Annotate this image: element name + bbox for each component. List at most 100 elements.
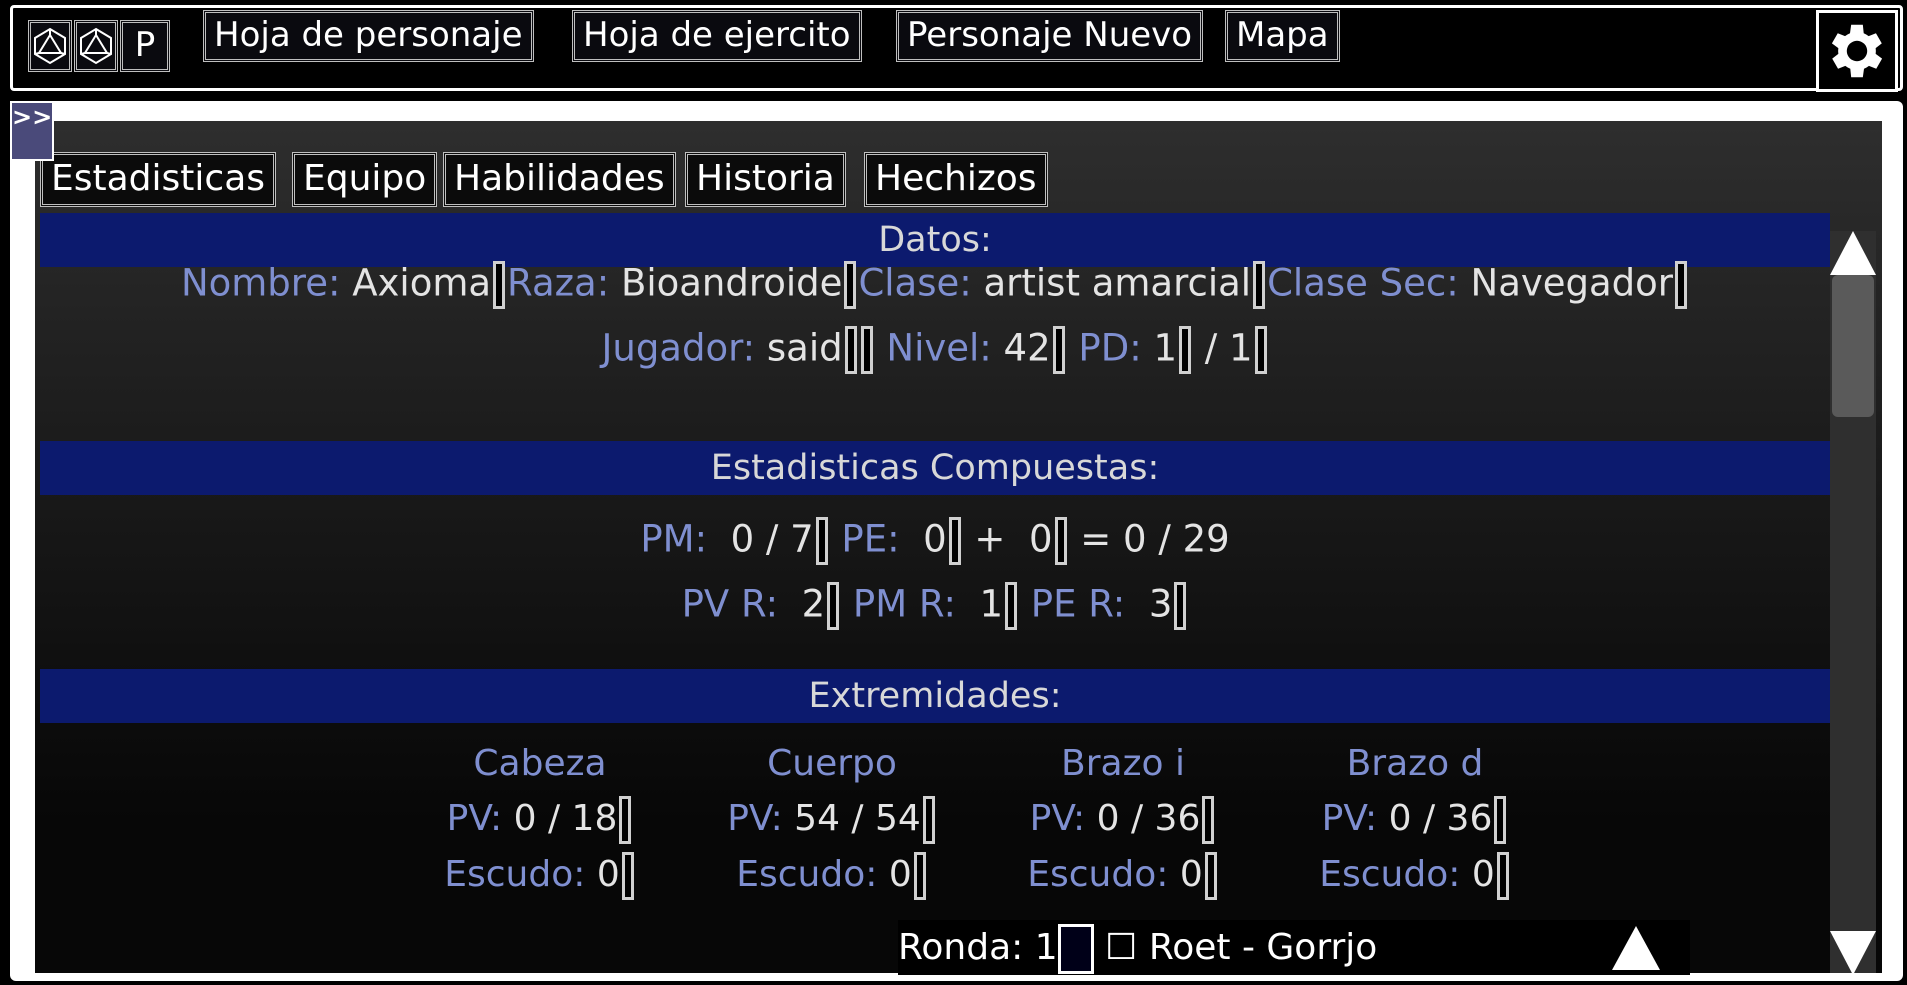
top-toolbar: P Hoja de personaje Hoja de ejercito Per… <box>10 5 1903 92</box>
edit-pe-b-button[interactable] <box>1054 517 1067 565</box>
pd-label: PD: <box>1078 326 1142 370</box>
escudo-label: Escudo: <box>1027 854 1169 895</box>
pe-label: PE: <box>841 517 900 561</box>
edit-nivel-button[interactable] <box>1052 326 1065 374</box>
edit-escudo-button[interactable] <box>1204 852 1217 900</box>
edit-clase-button[interactable] <box>1253 261 1266 309</box>
nav-mapa[interactable]: Mapa <box>1225 10 1340 62</box>
datos-row-2: Jugador: said Nivel: 42 PD: 1 / 1 <box>40 326 1830 374</box>
nivel-label: Nivel: <box>886 326 992 370</box>
tab-historia[interactable]: Historia <box>685 152 846 207</box>
compuestas-row-1: PM: 0 / 7 PE: 0 + 0 = 0 / 29 <box>40 517 1830 565</box>
turn-bar: Ronda: 1 ☐ Roet - Gorrjo <box>898 920 1690 975</box>
tab-habilidades[interactable]: Habilidades <box>443 152 676 207</box>
tab-hechizos[interactable]: Hechizos <box>864 152 1048 207</box>
limb-pv-value: 54 / 54 <box>794 798 921 839</box>
edit-pv-button[interactable] <box>1494 796 1507 844</box>
tab-equipo[interactable]: Equipo <box>292 152 438 207</box>
expand-up-icon[interactable] <box>1612 926 1660 970</box>
sheet-content: Estadisticas Equipo Habilidades Historia… <box>35 121 1882 973</box>
jugador-value: said <box>766 326 843 370</box>
limb-cabeza: Cabeza PV: 0 / 18 Escudo: 0 <box>390 743 690 900</box>
clase-value: artist amarcial <box>983 261 1252 305</box>
limb-escudo-value: 0 <box>596 854 620 895</box>
raza-label: Raza: <box>507 261 610 305</box>
ronda-label: Ronda: <box>898 927 1024 968</box>
pd-separator: / <box>1204 326 1218 370</box>
nav-hoja-ejercito[interactable]: Hoja de ejercito <box>572 10 862 62</box>
ronda-value: 1 <box>1034 927 1058 968</box>
scroll-up-icon[interactable] <box>1830 231 1876 275</box>
pm-value: 0 / 7 <box>730 517 814 561</box>
limb-name: Brazo i <box>1061 743 1185 784</box>
limb-name: Cuerpo <box>767 743 897 784</box>
clase-sec-label: Clase Sec: <box>1267 261 1459 305</box>
pe-a-value: 0 <box>923 517 947 561</box>
pvr-value: 2 <box>801 582 826 626</box>
escudo-label: Escudo: <box>1319 854 1461 895</box>
escudo-label: Escudo: <box>444 854 586 895</box>
gear-icon[interactable] <box>1816 10 1898 92</box>
edit-escudo-button[interactable] <box>1496 852 1509 900</box>
edit-raza-button[interactable] <box>844 261 857 309</box>
pvr-label: PV R: <box>681 582 779 626</box>
edit-pd-max-button[interactable] <box>1254 326 1267 374</box>
ronda-input[interactable] <box>1057 924 1094 974</box>
scrollbar[interactable] <box>1830 231 1876 973</box>
edit-pe-a-button[interactable] <box>948 517 961 565</box>
limb-brazo-i: Brazo i PV: 0 / 36 Escudo: 0 <box>973 743 1273 900</box>
section-header-compuestas: Estadisticas Compuestas: <box>40 441 1830 495</box>
scrollbar-thumb[interactable] <box>1832 275 1874 417</box>
raza-value: Bioandroide <box>620 261 843 305</box>
section-header-extremidades: Extremidades: <box>40 669 1830 723</box>
limb-escudo-value: 0 <box>1471 854 1495 895</box>
limb-escudo-value: 0 <box>1179 854 1203 895</box>
pd-current: 1 <box>1153 326 1177 370</box>
sidebar-toggle-button[interactable]: >> <box>10 101 54 161</box>
edit-pd-current-button[interactable] <box>1178 326 1191 374</box>
d20-icon[interactable] <box>74 20 118 72</box>
pd-max: 1 <box>1228 326 1253 370</box>
per-value: 3 <box>1148 582 1173 626</box>
edit-escudo-button[interactable] <box>913 852 926 900</box>
pv-label: PV: <box>1029 798 1086 839</box>
limb-cuerpo: Cuerpo PV: 54 / 54 Escudo: 0 <box>682 743 982 900</box>
pv-label: PV: <box>1321 798 1378 839</box>
edit-pmr-button[interactable] <box>1005 582 1018 630</box>
limb-pv-value: 0 / 36 <box>1388 798 1493 839</box>
edit-clase-sec-button[interactable] <box>1675 261 1688 309</box>
tab-estadisticas[interactable]: Estadisticas <box>40 152 277 207</box>
per-label: PE R: <box>1030 582 1126 626</box>
scroll-down-icon[interactable] <box>1830 931 1876 973</box>
pm-label: PM: <box>640 517 708 561</box>
edit-per-button[interactable] <box>1174 582 1187 630</box>
limb-pv-value: 0 / 36 <box>1096 798 1201 839</box>
datos-row-1: Nombre: Axioma Raza: Bioandroide Clase: ar… <box>40 261 1830 309</box>
nav-personaje-nuevo[interactable]: Personaje Nuevo <box>896 10 1204 62</box>
clase-sec-value: Navegador <box>1470 261 1674 305</box>
limb-name: Brazo d <box>1346 743 1484 784</box>
pv-label: PV: <box>446 798 503 839</box>
turn-character-name: Roet - Gorrjo <box>1148 927 1378 968</box>
edit-pvr-button[interactable] <box>827 582 840 630</box>
edit-nombre-button[interactable] <box>493 261 506 309</box>
section-header-datos: Datos: <box>40 213 1830 267</box>
edit-pv-button[interactable] <box>619 796 632 844</box>
edit-pv-button[interactable] <box>1202 796 1215 844</box>
pe-b-value: 0 <box>1028 517 1053 561</box>
limb-escudo-value: 0 <box>888 854 912 895</box>
character-checkbox[interactable]: ☐ <box>1105 927 1137 968</box>
compuestas-row-2: PV R: 2 PM R: 1 PE R: 3 <box>40 582 1830 630</box>
p-button[interactable]: P <box>120 20 170 72</box>
edit-jugador-button[interactable] <box>844 326 857 374</box>
edit-pm-button[interactable] <box>815 517 828 565</box>
edit-jugador-button-2[interactable] <box>860 326 873 374</box>
edit-escudo-button[interactable] <box>621 852 634 900</box>
nav-hoja-personaje[interactable]: Hoja de personaje <box>203 10 534 62</box>
jugador-label: Jugador: <box>601 326 756 370</box>
d20-icon[interactable] <box>28 20 72 72</box>
clase-label: Clase: <box>858 261 972 305</box>
limb-brazo-d: Brazo d PV: 0 / 36 Escudo: 0 <box>1265 743 1565 900</box>
pmr-value: 1 <box>979 582 1004 626</box>
edit-pv-button[interactable] <box>922 796 935 844</box>
